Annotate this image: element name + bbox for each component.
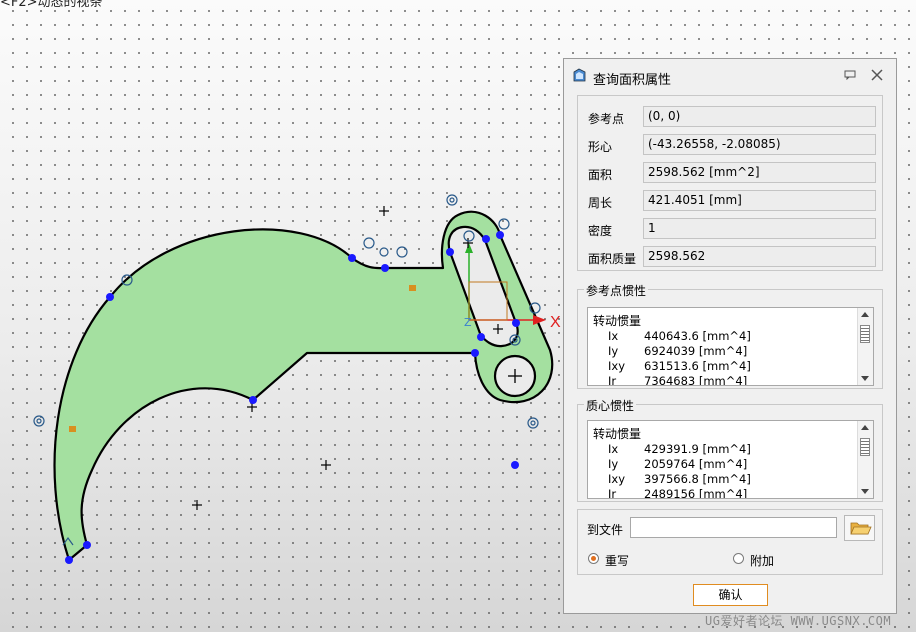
file-path-input[interactable]: [630, 517, 837, 538]
list-item: Ir 2489156 [mm^4]: [608, 487, 748, 499]
centroid-inertia-group: 质心惯性 转动惯量 Ix 429391.9 [mm^4] Iy 2059764 [m…: [577, 397, 883, 502]
list-item: Ir 7364683 [mm^4]: [608, 374, 748, 386]
field-centroid: 形心 (-43.26558, -2.08085): [578, 134, 882, 157]
area-mass-value: 2598.562: [643, 246, 876, 267]
basic-properties-section: 参考点 (0, 0) 形心 (-43.26558, -2.08085) 面积 2…: [577, 95, 883, 271]
query-area-properties-dialog: 查询面积属性 参考点 (0, 0) 形心 (-43.26558, -2.0808…: [563, 58, 897, 614]
density-label: 密度: [588, 224, 613, 238]
scroll-up-icon[interactable]: [861, 312, 869, 317]
perimeter-label: 周长: [588, 196, 613, 210]
reference-point-value: (0, 0): [643, 106, 876, 127]
reference-point-label: 参考点: [588, 112, 625, 126]
field-density: 密度 1: [578, 218, 882, 241]
field-area: 面积 2598.562 [mm^2]: [578, 162, 882, 185]
list-item: Ixy 631513.6 [mm^4]: [608, 359, 751, 373]
list-item: Iy 6924039 [mm^4]: [608, 344, 748, 358]
centroid-label: 形心: [588, 140, 613, 154]
scroll-down-icon[interactable]: [861, 376, 869, 381]
overwrite-label: 重写: [605, 554, 630, 568]
browse-folder-button[interactable]: [844, 515, 875, 541]
list-item: Ix 440643.6 [mm^4]: [608, 329, 751, 343]
forum-watermark: UG爱好者论坛 WWW.UGSNX.COM: [705, 614, 892, 628]
dialog-title: 查询面积属性: [593, 73, 672, 88]
area-value: 2598.562 [mm^2]: [643, 162, 876, 183]
reference-inertia-scrollbar[interactable]: [857, 308, 873, 385]
scroll-thumb[interactable]: [860, 438, 870, 456]
overwrite-radio-dot[interactable]: [588, 553, 599, 564]
list-item: Ix 429391.9 [mm^4]: [608, 442, 751, 456]
pin-icon[interactable]: [844, 70, 856, 80]
centroid-inertia-header: 转动惯量: [593, 427, 642, 441]
density-value: 1: [643, 218, 876, 239]
centroid-inertia-scrollbar[interactable]: [857, 421, 873, 498]
field-area-mass: 面积质量 2598.562: [578, 246, 882, 269]
output-file-section: 到文件 重写 附加: [577, 509, 883, 575]
perimeter-value: 421.4051 [mm]: [643, 190, 876, 211]
reference-inertia-title: 参考点惯性: [584, 282, 649, 299]
list-item: Ixy 397566.8 [mm^4]: [608, 472, 751, 486]
reference-inertia-list[interactable]: 转动惯量 Ix 440643.6 [mm^4] Iy 6924039 [mm^4] …: [587, 307, 874, 386]
field-reference-point: 参考点 (0, 0): [578, 106, 882, 129]
x-axis-label: X: [550, 314, 561, 331]
area-mass-label: 面积质量: [588, 252, 637, 266]
reference-inertia-group: 参考点惯性 转动惯量 Ix 440643.6 [mm^4] Iy 6924039 […: [577, 282, 883, 389]
z-axis-marker: Z: [464, 316, 472, 329]
append-radio-dot[interactable]: [733, 553, 744, 564]
scroll-thumb[interactable]: [860, 325, 870, 343]
close-icon[interactable]: [871, 69, 883, 81]
centroid-inertia-list[interactable]: 转动惯量 Ix 429391.9 [mm^4] Iy 2059764 [mm^4] …: [587, 420, 874, 499]
ok-button[interactable]: 确认: [693, 584, 768, 606]
reference-inertia-header: 转动惯量: [593, 314, 642, 328]
centroid-value: (-43.26558, -2.08085): [643, 134, 876, 155]
scroll-down-icon[interactable]: [861, 489, 869, 494]
to-file-label: 到文件: [587, 523, 624, 537]
scroll-up-icon[interactable]: [861, 425, 869, 430]
append-label: 附加: [750, 554, 775, 568]
area-label: 面积: [588, 168, 613, 182]
field-perimeter: 周长 421.4051 [mm]: [578, 190, 882, 213]
centroid-inertia-title: 质心惯性: [584, 397, 637, 414]
list-item: Iy 2059764 [mm^4]: [608, 457, 748, 471]
area-property-icon: [573, 68, 586, 82]
folder-icon: [850, 522, 872, 535]
dialog-titlebar[interactable]: 查询面积属性: [564, 59, 896, 93]
